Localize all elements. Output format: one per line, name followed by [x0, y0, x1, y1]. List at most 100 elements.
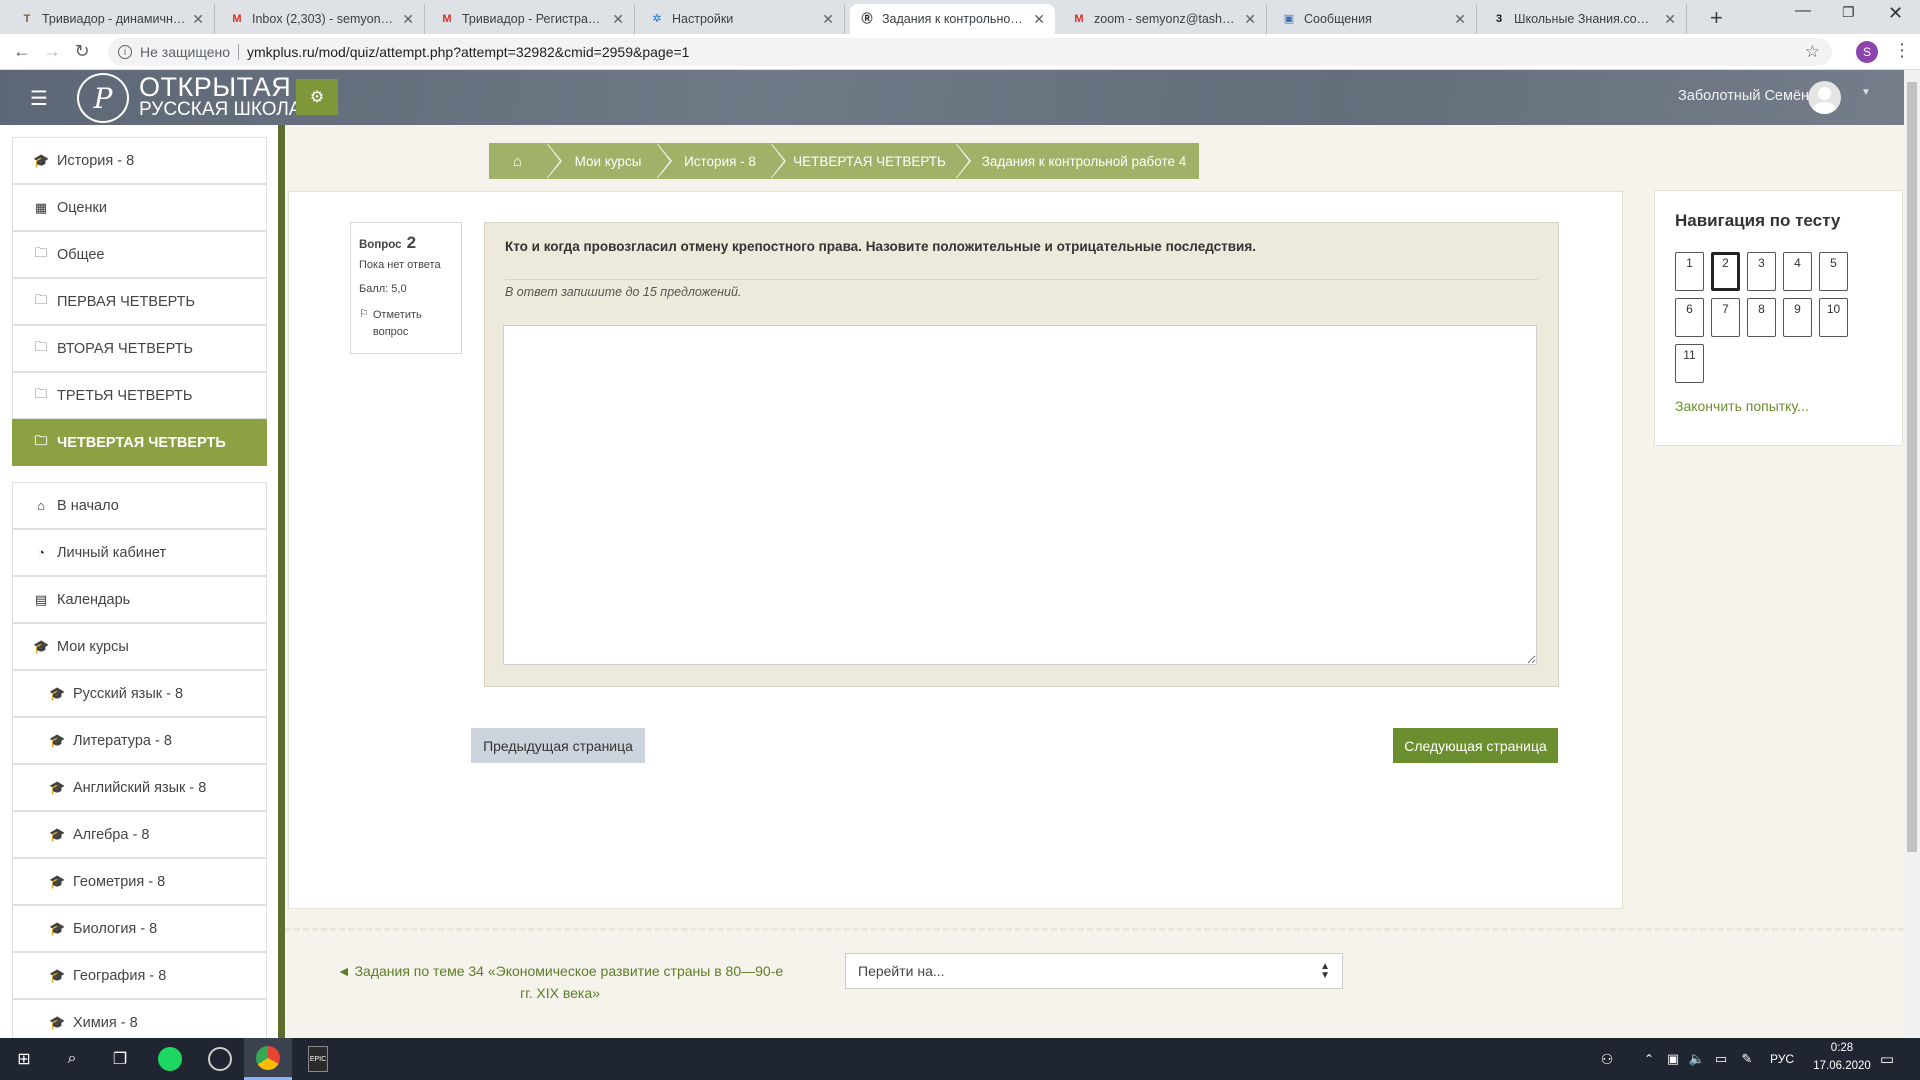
pen-icon[interactable]: ✎ [1734, 1038, 1760, 1080]
jump-to-select[interactable]: Перейти на... ▲ ▼ [845, 953, 1343, 989]
sidebar-item[interactable]: 🎓 Геометрия - 8 [12, 858, 267, 905]
breadcrumb-home[interactable]: ⌂ [489, 143, 562, 179]
sidebar-item[interactable]: 🗀 ТРЕТЬЯ ЧЕТВЕРТЬ [12, 372, 267, 419]
quiz-nav-question-button[interactable]: 7 [1711, 298, 1740, 337]
hamburger-menu-icon[interactable]: ☰ [30, 86, 48, 111]
tab-close-icon[interactable]: ✕ [1244, 11, 1256, 28]
tray-app-icon[interactable]: ▣ [1660, 1038, 1686, 1080]
notifications-icon[interactable]: ▭ [1872, 1038, 1902, 1080]
sidebar-item[interactable]: ▤ Календарь [12, 576, 267, 623]
tab-close-icon[interactable]: ✕ [822, 11, 834, 28]
sidebar-item[interactable]: ▦ Оценки [12, 184, 267, 231]
answer-textarea[interactable] [503, 325, 1537, 665]
windows-start-icon[interactable]: ⊞ [0, 1038, 48, 1080]
previous-activity-link[interactable]: ◄ Задания по теме 34 «Экономическое разв… [329, 960, 791, 1004]
sidebar-item[interactable]: 🎓 Русский язык - 8 [12, 670, 267, 717]
sidebar-item[interactable]: 🎓 География - 8 [12, 952, 267, 999]
tab-close-icon[interactable]: ✕ [192, 11, 204, 28]
user-avatar[interactable] [1808, 81, 1841, 114]
sidebar-item[interactable]: 🎓 Химия - 8 [12, 999, 267, 1038]
language-indicator[interactable]: РУС [1766, 1038, 1798, 1080]
sidebar-item[interactable]: 🗀 ПЕРВАЯ ЧЕТВЕРТЬ [12, 278, 267, 325]
sidebar-item[interactable]: 🎓 Алгебра - 8 [12, 811, 267, 858]
tray-expand-icon[interactable]: ⌃ [1635, 1038, 1663, 1080]
bookmark-star-icon[interactable]: ☆ [1805, 42, 1820, 62]
tab-favicon-icon: M [1074, 13, 1084, 25]
maximize-button[interactable]: ❐ [1842, 4, 1855, 21]
quiz-nav-question-button[interactable]: 8 [1747, 298, 1776, 337]
sidebar-item[interactable]: 🎓 Английский язык - 8 [12, 764, 267, 811]
user-name[interactable]: Заболотный Семён [1678, 88, 1809, 104]
search-icon[interactable]: ⌕ [48, 1038, 96, 1080]
sidebar-item[interactable]: ⌂ В начало [12, 482, 267, 529]
spotify-icon[interactable] [146, 1038, 194, 1080]
sidebar-item[interactable]: ◔ Личный кабинет [12, 529, 267, 576]
browser-tab[interactable]: ▣ Сообщения ✕ [1272, 4, 1477, 34]
profile-avatar[interactable]: S [1856, 41, 1878, 63]
new-tab-button[interactable]: + [1710, 5, 1723, 31]
quiz-nav-question-button[interactable]: 6 [1675, 298, 1704, 337]
sidebar-item[interactable]: 🎓 Литература - 8 [12, 717, 267, 764]
tab-close-icon[interactable]: ✕ [612, 11, 624, 28]
sidebar-item-label: Оценки [57, 199, 107, 216]
quiz-nav-question-button[interactable]: 4 [1783, 252, 1812, 291]
sidebar-item[interactable]: 🎓 История - 8 [12, 137, 267, 184]
volume-icon[interactable]: 🔈 [1684, 1038, 1710, 1080]
quiz-nav-question-button[interactable]: 11 [1675, 344, 1704, 383]
back-arrow-icon[interactable]: ← [8, 38, 36, 66]
minimize-button[interactable]: — [1795, 2, 1811, 20]
breadcrumb-item[interactable]: Задания к контрольной работе 4 [955, 143, 1199, 179]
sidebar-item[interactable]: 🗀 ВТОРАЯ ЧЕТВЕРТЬ [12, 325, 267, 372]
question-hint: В ответ запишите до 15 предложений. [505, 285, 742, 299]
menu-kebab-icon[interactable]: ⋮ [1893, 40, 1911, 61]
info-icon[interactable]: i [118, 45, 132, 59]
browser-tab[interactable]: M Тривиадор - Регистрация ✕ [430, 4, 635, 34]
page-scrollbar[interactable] [1904, 70, 1920, 1038]
reload-icon[interactable]: ↻ [68, 38, 96, 66]
forward-arrow-icon[interactable]: → [38, 38, 66, 66]
sidebar-item[interactable]: 🎓 Биология - 8 [12, 905, 267, 952]
chrome-icon[interactable] [244, 1038, 292, 1080]
quiz-nav-question-button[interactable]: 3 [1747, 252, 1776, 291]
close-window-button[interactable]: ✕ [1888, 3, 1903, 24]
cogs-icon[interactable]: ⚙ [296, 79, 338, 115]
browser-tab[interactable]: Mzoom - semyonz@tashscho ✕ [1062, 4, 1267, 34]
breadcrumb-item[interactable]: История - 8 [656, 143, 786, 179]
flag-question[interactable]: ⚐ Отметить вопрос [359, 307, 453, 341]
clock-date[interactable]: 17.06.2020 [1812, 1060, 1872, 1072]
browser-tab[interactable]: ✲ Настройки ✕ [640, 4, 845, 34]
previous-page-button[interactable]: Предыдущая страница [471, 728, 645, 763]
next-page-button[interactable]: Следующая страница [1393, 728, 1558, 763]
browser-tab[interactable]: T Тривиадор - динамично и ✕ [10, 4, 215, 34]
obs-icon[interactable] [196, 1038, 244, 1080]
network-icon[interactable]: ▭ [1708, 1038, 1734, 1080]
sidebar-item[interactable]: 🗀 ЧЕТВЕРТАЯ ЧЕТВЕРТЬ [12, 419, 267, 466]
sidebar-item[interactable]: 🎓 Мои курсы [12, 623, 267, 670]
browser-tab[interactable]: M Inbox (2,303) - semyonz@ta ✕ [220, 4, 425, 34]
quiz-nav-question-button[interactable]: 10 [1819, 298, 1848, 337]
quiz-nav-question-button[interactable]: 5 [1819, 252, 1848, 291]
sidebar-item[interactable]: 🗀 Общее [12, 231, 267, 278]
breadcrumb-item[interactable]: Мои курсы [546, 143, 672, 179]
question-label: Вопрос [359, 239, 402, 251]
browser-tab[interactable]: Ⓡ Задания к контрольной ра ✕ [850, 4, 1055, 34]
quiz-nav-question-button[interactable]: 1 [1675, 252, 1704, 291]
tab-close-icon[interactable]: ✕ [1454, 11, 1466, 28]
tab-close-icon[interactable]: ✕ [402, 11, 414, 28]
browser-tab[interactable]: 3 Школьные Знания.com - П ✕ [1482, 4, 1687, 34]
quiz-nav-question-button[interactable]: 9 [1783, 298, 1812, 337]
tab-close-icon[interactable]: ✕ [1033, 11, 1045, 28]
epic-games-icon[interactable]: EPIC [294, 1038, 342, 1080]
scrollbar-thumb[interactable] [1907, 82, 1917, 852]
quiz-nav-question-button[interactable]: 2 [1711, 252, 1740, 291]
clock-time[interactable]: 0:28 [1812, 1042, 1872, 1054]
address-bar[interactable]: i Не защищено ymkplus.ru/mod/quiz/attemp… [108, 38, 1832, 66]
user-menu-caret-icon[interactable]: ▼ [1861, 87, 1871, 98]
finish-attempt-link[interactable]: Закончить попытку... [1675, 398, 1809, 414]
tab-close-icon[interactable]: ✕ [1664, 11, 1676, 28]
url-text[interactable]: ymkplus.ru/mod/quiz/attempt.php?attempt=… [247, 44, 689, 60]
site-logo-icon[interactable]: Р [77, 73, 129, 123]
task-view-icon[interactable]: ❐ [96, 1038, 144, 1080]
people-icon[interactable]: ⚇ [1592, 1038, 1622, 1080]
breadcrumb-item[interactable]: ЧЕТВЕРТАЯ ЧЕТВЕРТЬ [770, 143, 971, 179]
